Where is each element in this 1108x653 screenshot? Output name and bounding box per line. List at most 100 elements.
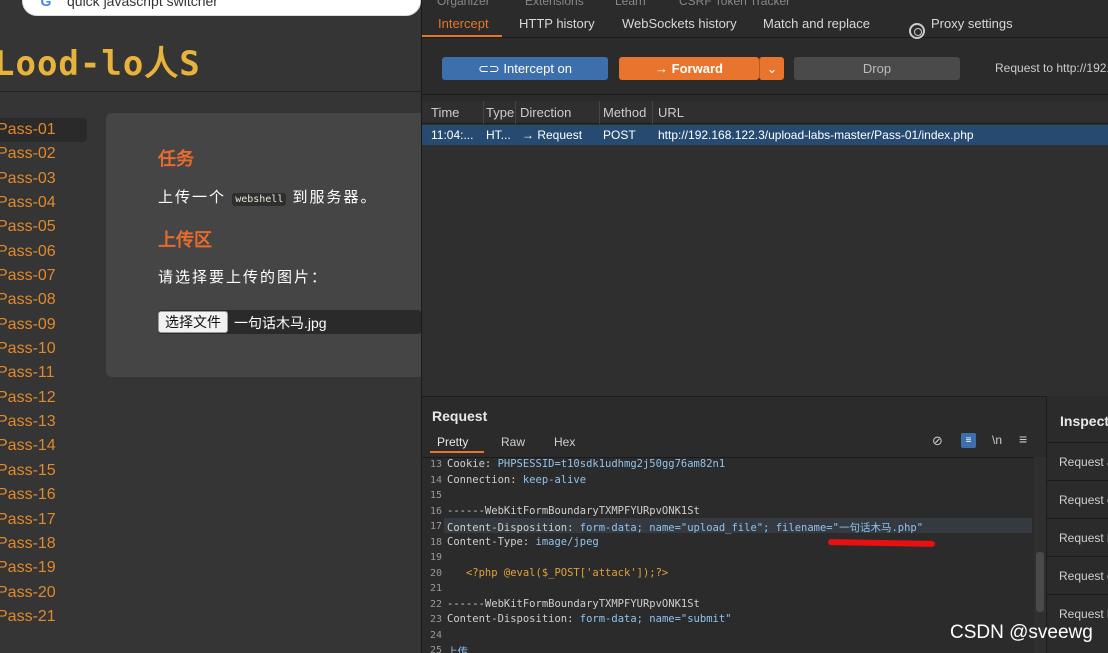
- nav-item-pass-09[interactable]: Pass-09: [0, 313, 90, 337]
- task-panel: 任务 上传一个 webshell 到服务器。 上传区 请选择要上传的图片： 选择…: [106, 113, 421, 377]
- nav-item-label: Pass-09: [0, 315, 56, 333]
- col-type[interactable]: Type: [486, 105, 514, 120]
- intercept-toggle-button[interactable]: ⊂⊃ Intercept on: [442, 57, 608, 80]
- nav-item-pass-10[interactable]: Pass-10: [0, 337, 90, 361]
- gear-icon[interactable]: [909, 23, 925, 39]
- inspector-section-label: Request c: [1059, 493, 1108, 507]
- nav-item-label: Pass-05: [0, 218, 56, 236]
- header-key: Cookie:: [447, 458, 498, 470]
- header-key: Content-Disposition:: [447, 522, 580, 534]
- nav-item-pass-06[interactable]: Pass-06: [0, 240, 90, 264]
- nav-item-label: Pass-11: [0, 364, 55, 382]
- nav-item-pass-04[interactable]: Pass-04: [0, 191, 90, 215]
- header-key: ------WebKitFormBoundaryTXMPFYURpvONK1St: [447, 597, 700, 610]
- tab-proxy-settings[interactable]: Proxy settings: [931, 16, 1013, 31]
- table-header: Time Type Direction Method URL: [422, 101, 1108, 124]
- inspector-section[interactable]: Request b: [1047, 518, 1108, 556]
- col-direction[interactable]: Direction: [520, 105, 571, 120]
- tab-websockets-history[interactable]: WebSockets history: [622, 16, 737, 31]
- inspector-title: Inspect: [1060, 413, 1108, 429]
- inspector-section[interactable]: Request a: [1047, 442, 1108, 480]
- nav-item-pass-03[interactable]: Pass-03: [0, 167, 90, 191]
- nav-item-label: Pass-15: [0, 461, 56, 479]
- nav-item-label: Pass-04: [0, 194, 56, 212]
- top-tab-learn[interactable]: Learn: [615, 0, 646, 8]
- col-time[interactable]: Time: [431, 105, 459, 120]
- nav-item-pass-11[interactable]: Pass-11: [0, 361, 90, 385]
- site-header: Lood-lo人S: [0, 16, 421, 92]
- nav-item-pass-01[interactable]: Pass-01: [0, 118, 87, 143]
- nav-item-label: Pass-03: [0, 169, 56, 187]
- forward-dropdown-button[interactable]: ⌄: [759, 57, 784, 80]
- tab-hex[interactable]: Hex: [554, 435, 575, 449]
- task-heading: 任务: [158, 149, 194, 169]
- nav-item-pass-20[interactable]: Pass-20: [0, 581, 90, 605]
- drop-button[interactable]: Drop: [794, 57, 960, 80]
- nav-item-pass-08[interactable]: Pass-08: [0, 288, 90, 312]
- line-number: 21: [429, 583, 442, 594]
- line-number: 19: [429, 552, 442, 563]
- nav-item-pass-02[interactable]: Pass-02: [0, 142, 90, 166]
- nav-item-pass-07[interactable]: Pass-07: [0, 264, 90, 288]
- inspector-section-label: Request a: [1059, 455, 1108, 469]
- tab-match-replace[interactable]: Match and replace: [763, 16, 870, 31]
- col-method[interactable]: Method: [603, 105, 646, 120]
- cell-type: HT...: [486, 128, 511, 142]
- line-number: 15: [429, 490, 442, 501]
- forward-button[interactable]: → Forward: [619, 57, 759, 80]
- tab-intercept[interactable]: Intercept: [438, 16, 489, 31]
- omnibox-text: quick javascript switcher: [67, 0, 218, 9]
- nav-item-pass-16[interactable]: Pass-16: [0, 483, 90, 507]
- header-key: Content-Type:: [447, 535, 536, 548]
- top-tab-csrf[interactable]: CSRF Token Tracker: [679, 0, 790, 8]
- tab-http-history[interactable]: HTTP history: [519, 16, 595, 31]
- line-number: 24: [429, 629, 442, 641]
- line-number: 14: [429, 474, 442, 486]
- nav-item-pass-21[interactable]: Pass-21: [0, 605, 90, 629]
- nav-item-pass-14[interactable]: Pass-14: [0, 434, 90, 458]
- table-row[interactable]: 11:04:... HT... → Request POST http://19…: [422, 125, 1108, 145]
- top-tab-extensions[interactable]: Extensions: [525, 0, 584, 8]
- active-tab-indicator: [422, 35, 502, 37]
- upload-heading: 上传区: [158, 230, 212, 250]
- nav-item-pass-18[interactable]: Pass-18: [0, 532, 90, 556]
- inspector-panel: Inspect Request a Request c Request b Reque…: [1046, 396, 1108, 653]
- proxy-subtabs: Intercept HTTP history WebSockets histor…: [422, 8, 1108, 39]
- code-line: Content-Disposition: form-data; name="su…: [447, 613, 731, 625]
- nav-item-pass-17[interactable]: Pass-17: [0, 508, 90, 532]
- inspector-section[interactable]: Request c: [1047, 556, 1108, 594]
- line-number: 22: [429, 598, 442, 610]
- col-url[interactable]: URL: [658, 105, 684, 120]
- scroll-thumb[interactable]: [1036, 552, 1044, 612]
- col-divider: [599, 101, 600, 124]
- nav-item-label: Pass-21: [0, 607, 56, 625]
- header-value: keep-alive: [522, 473, 587, 486]
- nav-item-pass-19[interactable]: Pass-19: [0, 556, 90, 580]
- tab-raw[interactable]: Raw: [501, 435, 525, 449]
- inspector-section[interactable]: Request c: [1047, 480, 1108, 518]
- cell-direction: → Request: [522, 128, 583, 142]
- nav-item-pass-13[interactable]: Pass-13: [0, 410, 90, 434]
- eye-slash-icon[interactable]: ⊘: [932, 433, 943, 449]
- omnibox[interactable]: G quick javascript switcher: [22, 0, 421, 16]
- tab-pretty[interactable]: Pretty: [437, 435, 468, 449]
- cell-method: POST: [603, 128, 636, 142]
- cell-time: 11:04:...: [431, 128, 474, 142]
- file-input[interactable]: 选择文件 一句话木马.jpg: [158, 310, 421, 334]
- nav-item-label: Pass-18: [0, 534, 56, 552]
- line-number: 18: [429, 536, 442, 548]
- upload-prompt: 请选择要上传的图片：: [158, 269, 329, 286]
- nav-item-pass-15[interactable]: Pass-15: [0, 459, 90, 483]
- header-value: form-data; name="upload_file"; filename=…: [579, 522, 924, 534]
- newline-toggle[interactable]: \n: [992, 433, 1002, 447]
- nav-item-pass-05[interactable]: Pass-05: [0, 215, 90, 239]
- request-editor[interactable]: 13 Cookie: PHPSESSID=t10sdk1udhmg2j50gg76…: [422, 457, 1034, 653]
- top-tab-organizer[interactable]: Organizer: [437, 0, 490, 8]
- intercept-table: Time Type Direction Method URL 11:04:...…: [422, 101, 1108, 396]
- wrap-lines-icon[interactable]: ≡: [961, 433, 976, 448]
- menu-icon[interactable]: ≡: [1019, 431, 1027, 447]
- task-text-post: 到服务器。: [292, 189, 378, 206]
- nav-item-pass-12[interactable]: Pass-12: [0, 386, 90, 410]
- choose-file-button[interactable]: 选择文件: [158, 311, 228, 333]
- top-tabs: Organizer Extensions Learn CSRF Token Tr…: [422, 0, 1108, 8]
